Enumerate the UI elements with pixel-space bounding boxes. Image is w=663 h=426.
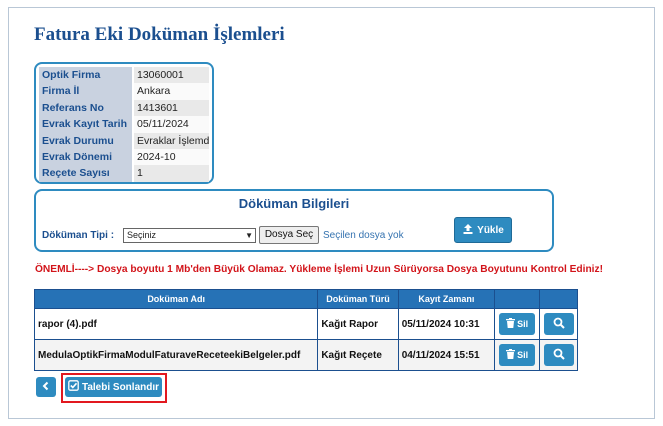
info-row-evrak-kayit-tarih: Evrak Kayıt Tarih 05/11/2024 <box>39 116 209 133</box>
doc-time-cell: 05/11/2024 10:31 <box>397 308 496 340</box>
upload-button[interactable]: Yükle <box>454 217 512 243</box>
chevron-down-icon: ▼ <box>245 231 253 240</box>
back-button[interactable] <box>36 377 56 397</box>
search-icon <box>553 348 565 363</box>
view-cell <box>539 339 578 371</box>
firm-info-panel: Optik Firma 13060001 Firma İl Ankara Ref… <box>34 62 214 184</box>
document-type-selected: Seçiniz <box>127 230 157 240</box>
info-label: Evrak Dönemi <box>39 148 132 166</box>
info-value: 2024-10 <box>134 148 209 166</box>
view-button[interactable] <box>543 344 574 366</box>
doc-name-cell: MedulaOptikFirmaModulFaturaveReceteekiBe… <box>33 339 319 371</box>
delete-cell: Sil <box>494 339 541 371</box>
info-value: 1413601 <box>134 99 209 117</box>
view-cell <box>539 308 578 340</box>
delete-cell: Sil <box>494 308 541 340</box>
table-row: MedulaOptikFirmaModulFaturaveReceteekiBe… <box>33 339 578 371</box>
trash-icon <box>506 318 516 330</box>
trash-icon <box>506 349 516 361</box>
header-view <box>539 289 578 309</box>
info-row-evrak-durumu: Evrak Durumu Evraklar İşlemde <box>39 132 209 149</box>
info-label: Referans No <box>39 99 132 117</box>
delete-button[interactable]: Sil <box>499 313 536 335</box>
info-value: 1 <box>134 165 209 182</box>
doc-type-cell: Kağıt Reçete <box>317 339 399 371</box>
info-label: Firma İl <box>39 83 132 100</box>
table-row: rapor (4).pdf Kağıt Rapor 05/11/2024 10:… <box>33 308 578 340</box>
finish-request-label: Talebi Sonlandır <box>81 381 160 393</box>
info-value: Ankara <box>134 83 209 100</box>
upload-label: Yükle <box>477 224 504 236</box>
documents-table: Doküman Adı Doküman Türü Kayıt Zamanı ra… <box>33 289 578 371</box>
page-title: Fatura Eki Doküman İşlemleri <box>34 24 285 45</box>
header-record-time: Kayıt Zamanı <box>397 289 496 309</box>
finish-request-button[interactable]: Talebi Sonlandır <box>65 377 162 397</box>
view-button[interactable] <box>543 313 574 335</box>
upload-icon <box>462 223 474 238</box>
info-value: Evraklar İşlemde <box>134 132 209 149</box>
checkbox-check-icon <box>68 380 79 394</box>
document-type-label: Döküman Tipi : <box>42 230 115 241</box>
header-doc-type: Doküman Türü <box>317 289 399 309</box>
info-row-referans-no: Referans No 1413601 <box>39 99 209 117</box>
info-row-evrak-donemi: Evrak Dönemi 2024-10 <box>39 148 209 166</box>
document-info-panel: Döküman Bilgileri Döküman Tipi : Seçiniz… <box>34 189 554 252</box>
info-value: 05/11/2024 <box>134 116 209 133</box>
delete-button[interactable]: Sil <box>499 344 536 366</box>
info-label: Evrak Kayıt Tarih <box>39 116 132 133</box>
header-doc-name: Doküman Adı <box>33 289 319 309</box>
info-label: Reçete Sayısı <box>39 165 132 182</box>
doc-name-cell: rapor (4).pdf <box>33 308 319 340</box>
delete-label: Sil <box>517 319 529 329</box>
info-value: 13060001 <box>134 67 209 84</box>
file-status-text: Seçilen dosya yok <box>323 230 404 241</box>
doc-type-cell: Kağıt Rapor <box>317 308 399 340</box>
document-info-title: Döküman Bilgileri <box>238 196 350 211</box>
header-delete <box>494 289 541 309</box>
chevron-left-icon <box>41 378 51 396</box>
document-type-select[interactable]: Seçiniz ▼ <box>123 228 256 243</box>
info-label: Optik Firma <box>39 67 132 84</box>
info-row-recete-sayisi: Reçete Sayısı 1 <box>39 165 209 182</box>
search-icon <box>553 317 565 332</box>
info-row-optik-firma: Optik Firma 13060001 <box>39 67 209 84</box>
info-label: Evrak Durumu <box>39 132 132 149</box>
info-row-firma-il: Firma İl Ankara <box>39 83 209 100</box>
table-header-row: Doküman Adı Doküman Türü Kayıt Zamanı <box>33 289 578 309</box>
doc-time-cell: 04/11/2024 15:51 <box>397 339 496 371</box>
file-size-warning: ÖNEMLİ----> Dosya boyutu 1 Mb'den Büyük … <box>35 264 603 275</box>
delete-label: Sil <box>517 350 529 360</box>
choose-file-button[interactable]: Dosya Seç <box>259 226 319 244</box>
